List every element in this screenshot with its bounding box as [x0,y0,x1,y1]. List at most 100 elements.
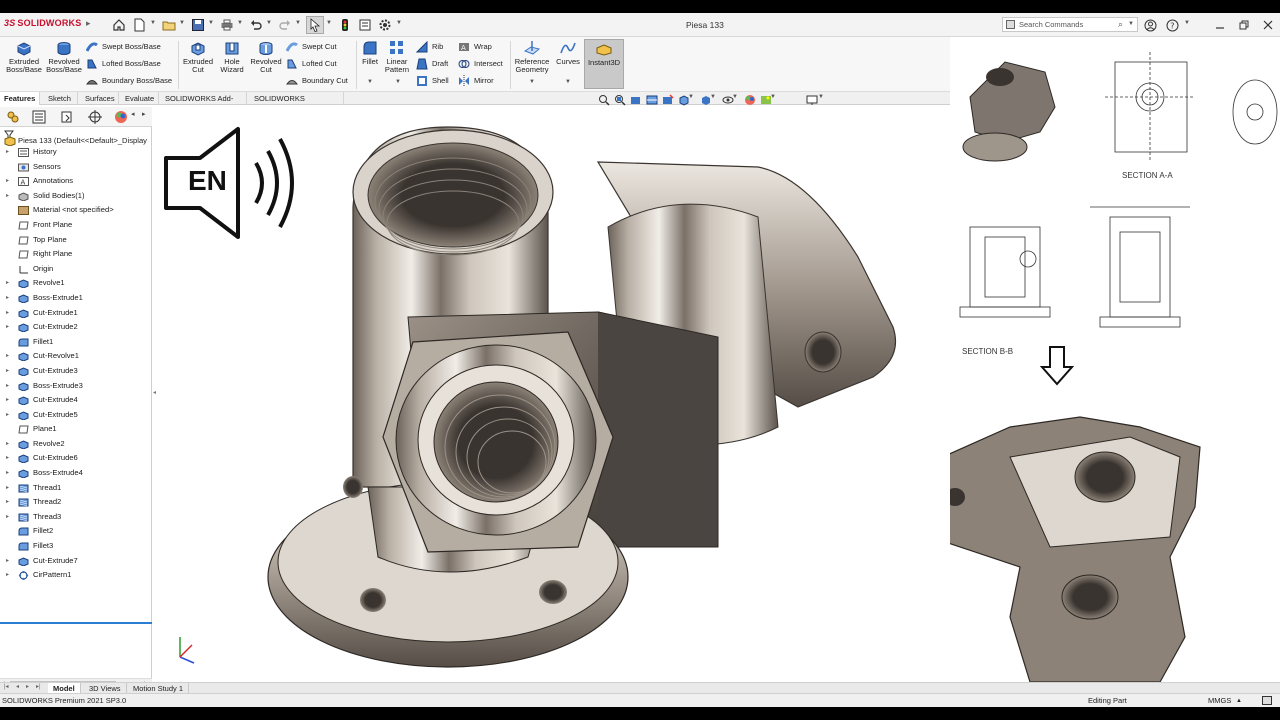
unit-system[interactable]: MMGS [1208,694,1231,707]
hide-show-dropdown-icon[interactable]: ▼ [732,94,744,106]
open-dropdown-icon[interactable]: ▼ [179,20,185,26]
select-dropdown-icon[interactable]: ▼ [326,20,332,26]
zoom-to-area-icon[interactable] [614,94,626,106]
tab-inspection[interactable]: SOLIDWORKS Inspection [250,92,344,116]
expand-arrow-icon[interactable]: ▸ [6,364,9,379]
tab-features[interactable]: Features [0,92,40,105]
tabs-next-icon[interactable]: ▸ [142,110,158,124]
tree-item-sensors[interactable]: Sensors [0,160,152,175]
tree-item-boss-extrude4[interactable]: ▸ Boss-Extrude4 [0,466,152,481]
tab-surfaces[interactable]: Surfaces [81,92,119,105]
tree-item-revolve2[interactable]: ▸ Revolve2 [0,437,152,452]
tree-item-cirpattern1[interactable]: ▸ CirPattern1 [0,568,152,583]
fillet-button[interactable]: Fillet [358,39,382,66]
undo-dropdown-icon[interactable]: ▼ [266,20,272,26]
expand-arrow-icon[interactable]: ▸ [6,393,9,408]
property-manager-tab-icon[interactable] [32,110,48,124]
curves-dropdown-icon[interactable]: ▼ [565,79,571,85]
tree-item-origin[interactable]: Origin [0,262,152,277]
linear-pattern-dropdown-icon[interactable]: ▼ [395,79,401,85]
options-dropdown-icon[interactable]: ▼ [396,20,402,26]
dimxpert-tab-icon[interactable] [88,110,104,124]
instant3d-button[interactable]: Instant3D [584,39,624,89]
expand-arrow-icon[interactable]: ▸ [6,379,9,394]
expand-arrow-icon[interactable]: ▸ [6,495,9,510]
expand-arrow-icon[interactable]: ▸ [6,189,9,204]
save-dropdown-icon[interactable]: ▼ [208,20,214,26]
options-gear-icon[interactable] [376,16,394,34]
undo-icon[interactable] [247,16,265,34]
tree-item-history[interactable]: ▸ History [0,145,152,160]
boundary-cut-button[interactable]: Boundary Cut [286,74,348,88]
print-icon[interactable] [218,16,236,34]
new-document-icon[interactable] [130,16,148,34]
extruded-boss-button[interactable]: Extruded Boss/Base [4,39,44,74]
expand-arrow-icon[interactable]: ▸ [6,437,9,452]
expand-arrow-icon[interactable]: ▸ [6,174,9,189]
fillet-dropdown-icon[interactable]: ▼ [367,79,373,85]
help-dropdown-icon[interactable]: ▼ [1184,20,1190,26]
tree-item-top-plane[interactable]: Top Plane [0,233,152,248]
tree-item-material-not-specified[interactable]: Material <not specified> [0,203,152,218]
search-dropdown-icon[interactable]: ▼ [1128,21,1134,27]
file-properties-icon[interactable] [356,16,374,34]
home-icon[interactable] [110,16,128,34]
minimize-icon[interactable] [1212,17,1228,33]
shell-button[interactable]: Shell [416,74,449,88]
tree-item-revolve1[interactable]: ▸ Revolve1 [0,276,152,291]
tree-item-plane1[interactable]: Plane1 [0,422,152,437]
revolved-cut-button[interactable]: Revolved Cut [248,39,284,74]
tab-last-icon[interactable]: ▸| [36,683,41,690]
intersect-button[interactable]: Intersect [458,57,503,71]
display-style-dropdown-icon[interactable]: ▼ [710,94,722,106]
view-settings-icon[interactable] [806,94,818,106]
expand-arrow-icon[interactable]: ▸ [6,306,9,321]
save-icon[interactable] [189,16,207,34]
expand-arrow-icon[interactable]: ▸ [6,408,9,423]
search-type-icon[interactable] [1006,20,1015,29]
help-icon[interactable]: ? [1164,17,1180,33]
tab-sketch[interactable]: Sketch [44,92,78,105]
hole-wizard-button[interactable]: Hole Wizard [214,39,250,74]
display-manager-tab-icon[interactable] [114,110,130,124]
redo-icon[interactable] [276,16,294,34]
zoom-to-fit-icon[interactable] [598,94,610,106]
configuration-manager-tab-icon[interactable] [60,110,76,124]
print-dropdown-icon[interactable]: ▼ [237,20,243,26]
panel-collapse-icon[interactable]: ◂ [153,389,157,399]
tree-item-cut-extrude4[interactable]: ▸ Cut-Extrude4 [0,393,152,408]
view-settings-dropdown-icon[interactable]: ▼ [818,94,830,106]
units-dropdown-icon[interactable]: ▲ [1236,695,1242,707]
user-account-icon[interactable] [1142,17,1158,33]
section-view-icon[interactable] [646,94,658,106]
tree-item-cut-extrude7[interactable]: ▸ Cut-Extrude7 [0,554,152,569]
tree-item-thread1[interactable]: ▸ Thread1 [0,481,152,496]
tab-evaluate[interactable]: Evaluate [121,92,159,105]
tree-item-fillet1[interactable]: Fillet1 [0,335,152,350]
solidworks-logo[interactable]: 3S SOLIDWORKS [4,18,81,28]
expand-arrow-icon[interactable]: ▸ [6,510,9,525]
expand-arrow-icon[interactable]: ▸ [6,291,9,306]
mirror-button[interactable]: Mirror [458,74,494,88]
edit-appearance-icon[interactable] [744,94,756,106]
curves-button[interactable]: Curves [554,39,582,66]
tree-item-fillet3[interactable]: Fillet3 [0,539,152,554]
tab-prev-icon[interactable]: ◂ [16,683,19,690]
tree-item-annotations[interactable]: ▸ A Annotations [0,174,152,189]
close-icon[interactable] [1260,17,1276,33]
tree-item-cut-extrude3[interactable]: ▸ Cut-Extrude3 [0,364,152,379]
reference-geometry-button[interactable]: Reference Geometry [512,39,552,74]
status-settings-icon[interactable] [1262,696,1272,705]
tree-item-front-plane[interactable]: Front Plane [0,218,152,233]
feature-tree-tab-icon[interactable] [6,110,22,124]
expand-arrow-icon[interactable]: ▸ [6,451,9,466]
tree-item-boss-extrude3[interactable]: ▸ Boss-Extrude3 [0,379,152,394]
expand-arrow-icon[interactable]: ▸ [6,145,9,160]
search-icon[interactable]: ⌕ [1118,19,1123,30]
rebuild-icon[interactable] [336,16,354,34]
tree-item-cut-extrude6[interactable]: ▸ Cut-Extrude6 [0,451,152,466]
wrap-button[interactable]: A Wrap [458,40,492,54]
boundary-boss-button[interactable]: Boundary Boss/Base [86,74,172,88]
expand-arrow-icon[interactable]: ▸ [6,320,9,335]
previous-view-icon[interactable] [630,94,642,106]
